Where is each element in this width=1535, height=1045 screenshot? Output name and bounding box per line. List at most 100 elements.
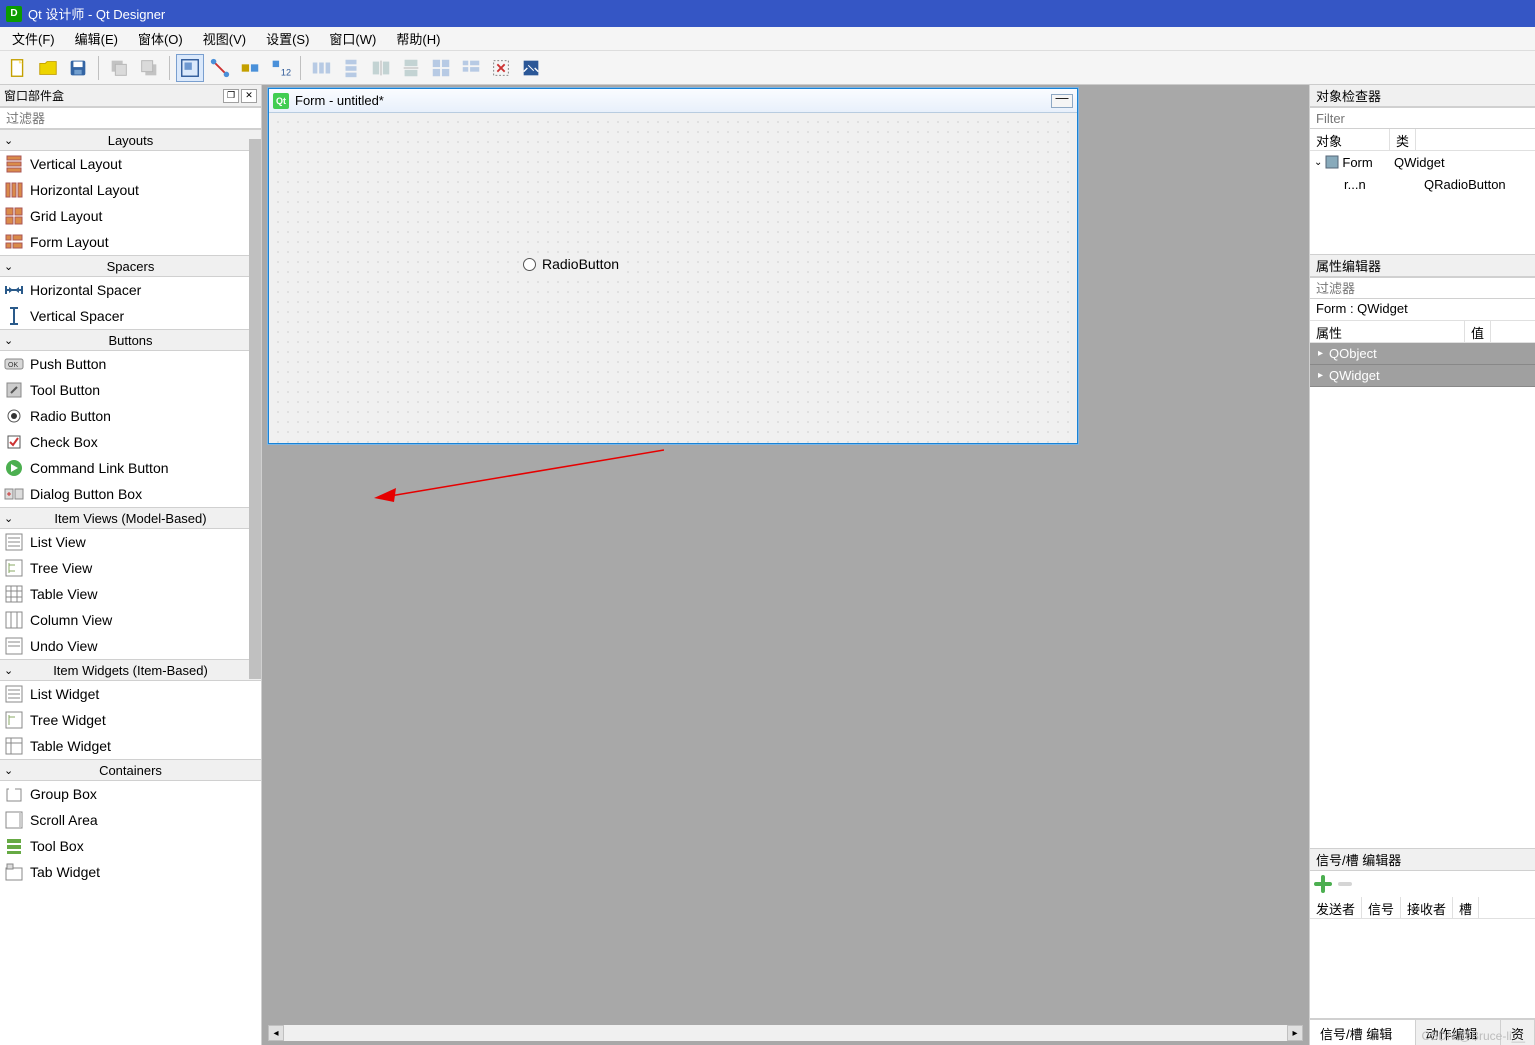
widget-tab-widget[interactable]: Tab Widget bbox=[0, 859, 261, 885]
widget-tree[interactable]: ⌄Layouts Vertical Layout Horizontal Layo… bbox=[0, 129, 261, 1045]
dock-float-button[interactable]: ❐ bbox=[223, 89, 239, 103]
adjust-size-button[interactable] bbox=[517, 54, 545, 82]
form-window[interactable]: Qt Form - untitled* — RadioButton bbox=[268, 88, 1078, 444]
chevron-down-icon: ⌄ bbox=[4, 664, 13, 677]
save-button[interactable] bbox=[64, 54, 92, 82]
toolbar-sep bbox=[98, 56, 99, 80]
design-canvas[interactable]: Qt Form - untitled* — RadioButton ◂ ▸ bbox=[262, 85, 1309, 1045]
property-filter-input[interactable] bbox=[1310, 277, 1535, 299]
widget-undo-view[interactable]: Undo View bbox=[0, 633, 261, 659]
groupbox-icon bbox=[4, 784, 24, 804]
form-body[interactable]: RadioButton bbox=[269, 113, 1077, 443]
minimize-icon[interactable]: — bbox=[1051, 94, 1073, 108]
edit-taborder-button[interactable]: 123 bbox=[266, 54, 294, 82]
layout-h-button[interactable] bbox=[307, 54, 335, 82]
layout-grid-button[interactable] bbox=[427, 54, 455, 82]
object-row-radio[interactable]: r...n QRadioButton bbox=[1310, 173, 1535, 195]
open-file-button[interactable] bbox=[34, 54, 62, 82]
widget-horizontal-layout[interactable]: Horizontal Layout bbox=[0, 177, 261, 203]
object-filter-input[interactable] bbox=[1310, 107, 1535, 129]
undoview-icon bbox=[4, 636, 24, 656]
widget-list-view[interactable]: List View bbox=[0, 529, 261, 555]
new-file-button[interactable] bbox=[4, 54, 32, 82]
menu-settings[interactable]: 设置(S) bbox=[256, 27, 319, 50]
layout-hsplitter-button[interactable] bbox=[367, 54, 395, 82]
object-inspector-title: 对象检查器 bbox=[1316, 86, 1381, 105]
menu-file[interactable]: 文件(F) bbox=[2, 27, 65, 50]
buttonbox-icon bbox=[4, 484, 24, 504]
toolbutton-icon bbox=[4, 380, 24, 400]
layout-vsplitter-button[interactable] bbox=[397, 54, 425, 82]
scroll-right-icon[interactable]: ▸ bbox=[1287, 1025, 1303, 1041]
widget-push-button[interactable]: OKPush Button bbox=[0, 351, 261, 377]
form-titlebar[interactable]: Qt Form - untitled* — bbox=[269, 89, 1077, 113]
widget-grid-layout[interactable]: Grid Layout bbox=[0, 203, 261, 229]
widget-table-widget[interactable]: Table Widget bbox=[0, 733, 261, 759]
group-buttons[interactable]: ⌄Buttons bbox=[0, 329, 261, 351]
chevron-right-icon: ▸ bbox=[1318, 370, 1323, 381]
widget-group-box[interactable]: Group Box bbox=[0, 781, 261, 807]
group-item-views[interactable]: ⌄Item Views (Model-Based) bbox=[0, 507, 261, 529]
property-tree-header: 属性 值 bbox=[1310, 321, 1535, 343]
property-editor: 属性编辑器 Form : QWidget 属性 值 ▸QObject ▸QWid… bbox=[1310, 255, 1535, 849]
edit-buddies-button[interactable] bbox=[236, 54, 264, 82]
group-layouts[interactable]: ⌄Layouts bbox=[0, 129, 261, 151]
dock-close-button[interactable]: ✕ bbox=[241, 89, 257, 103]
tab-signal-slot[interactable]: 信号/槽 编辑器 bbox=[1310, 1020, 1416, 1045]
listview-icon bbox=[4, 532, 24, 552]
widget-scroll-area[interactable]: Scroll Area bbox=[0, 807, 261, 833]
layout-form-button[interactable] bbox=[457, 54, 485, 82]
group-containers[interactable]: ⌄Containers bbox=[0, 759, 261, 781]
edit-widgets-button[interactable] bbox=[176, 54, 204, 82]
bring-front-button[interactable] bbox=[135, 54, 163, 82]
tableview-icon bbox=[4, 584, 24, 604]
hlayout-icon bbox=[4, 180, 24, 200]
object-row-form[interactable]: ⌄Form QWidget bbox=[1310, 151, 1535, 173]
chevron-down-icon: ⌄ bbox=[4, 512, 13, 525]
group-spacers[interactable]: ⌄Spacers bbox=[0, 255, 261, 277]
widget-form-layout[interactable]: Form Layout bbox=[0, 229, 261, 255]
widget-radio-button[interactable]: Radio Button bbox=[0, 403, 261, 429]
break-layout-button[interactable] bbox=[487, 54, 515, 82]
menu-view[interactable]: 视图(V) bbox=[193, 27, 256, 50]
widget-table-view[interactable]: Table View bbox=[0, 581, 261, 607]
property-group-qwidget[interactable]: ▸QWidget bbox=[1310, 365, 1535, 387]
menu-help[interactable]: 帮助(H) bbox=[386, 27, 450, 50]
chevron-down-icon: ⌄ bbox=[4, 764, 13, 777]
widget-vertical-layout[interactable]: Vertical Layout bbox=[0, 151, 261, 177]
edit-signals-button[interactable] bbox=[206, 54, 234, 82]
send-back-button[interactable] bbox=[105, 54, 133, 82]
scrollbar-thumb[interactable] bbox=[249, 139, 261, 679]
right-dock-area: 对象检查器 对象 类 ⌄Form QWidget r...n QRadioBut… bbox=[1309, 85, 1535, 1045]
chevron-down-icon: ⌄ bbox=[1314, 157, 1322, 168]
radio-label: RadioButton bbox=[542, 256, 619, 272]
property-group-qobject[interactable]: ▸QObject bbox=[1310, 343, 1535, 365]
radio-button-widget[interactable]: RadioButton bbox=[521, 255, 621, 273]
widget-tool-box[interactable]: Tool Box bbox=[0, 833, 261, 859]
menu-edit[interactable]: 编辑(E) bbox=[65, 27, 128, 50]
pushbutton-icon: OK bbox=[4, 354, 24, 374]
widget-list-widget[interactable]: List Widget bbox=[0, 681, 261, 707]
widget-check-box[interactable]: Check Box bbox=[0, 429, 261, 455]
widget-filter-input[interactable] bbox=[0, 107, 261, 129]
scroll-left-icon[interactable]: ◂ bbox=[268, 1025, 284, 1041]
widget-h-spacer[interactable]: Horizontal Spacer bbox=[0, 277, 261, 303]
remove-icon[interactable] bbox=[1336, 879, 1354, 889]
widget-tool-button[interactable]: Tool Button bbox=[0, 377, 261, 403]
vlayout-icon bbox=[4, 154, 24, 174]
widget-tree-view[interactable]: Tree View bbox=[0, 555, 261, 581]
widget-column-view[interactable]: Column View bbox=[0, 607, 261, 633]
layout-v-button[interactable] bbox=[337, 54, 365, 82]
add-icon[interactable] bbox=[1314, 875, 1332, 893]
widget-dialog-button-box[interactable]: Dialog Button Box bbox=[0, 481, 261, 507]
treewidget-icon bbox=[4, 710, 24, 730]
widget-v-spacer[interactable]: Vertical Spacer bbox=[0, 303, 261, 329]
checkbox-icon bbox=[4, 432, 24, 452]
menu-form[interactable]: 窗体(O) bbox=[128, 27, 193, 50]
menu-window[interactable]: 窗口(W) bbox=[319, 27, 386, 50]
widget-box-title: 窗口部件盒 bbox=[4, 87, 64, 104]
canvas-h-scrollbar[interactable]: ◂ ▸ bbox=[268, 1025, 1303, 1041]
widget-command-link[interactable]: Command Link Button bbox=[0, 455, 261, 481]
widget-tree-widget[interactable]: Tree Widget bbox=[0, 707, 261, 733]
group-item-widgets[interactable]: ⌄Item Widgets (Item-Based) bbox=[0, 659, 261, 681]
